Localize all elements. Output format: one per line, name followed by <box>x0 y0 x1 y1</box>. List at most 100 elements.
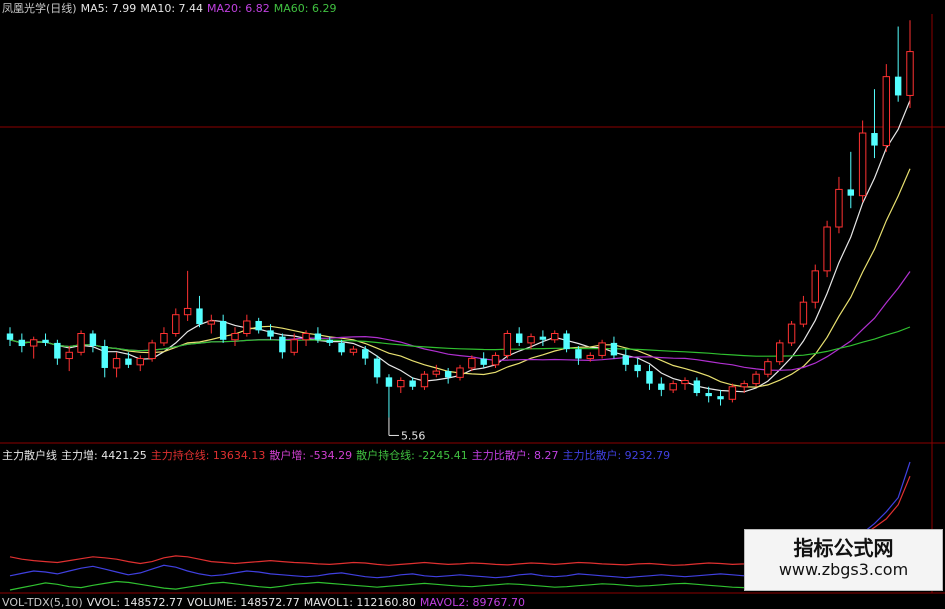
candle <box>764 358 772 378</box>
candle-body <box>409 380 416 387</box>
candle-body <box>314 333 322 340</box>
candle-body <box>125 358 132 365</box>
candle-body <box>515 333 523 343</box>
candle-body <box>42 339 49 343</box>
volume-legend-item: VOLUME: 148572.77 <box>187 596 300 609</box>
candle-body <box>89 333 97 347</box>
indicator-legend-item: 主力散户线 <box>2 449 57 462</box>
candle <box>811 264 819 309</box>
candle <box>77 330 85 356</box>
candle-body <box>681 379 689 385</box>
candle-body <box>385 377 393 387</box>
candle-body <box>776 342 784 363</box>
watermark-url: www.zbgs3.com <box>778 560 909 579</box>
indicator-legend-item: 主力持仓线: 13634.13 <box>150 449 266 462</box>
candle-body <box>207 320 216 325</box>
candle-body <box>894 76 902 96</box>
candle-body <box>622 355 630 365</box>
candle-body <box>349 348 358 353</box>
candle <box>148 339 156 362</box>
candle-body <box>196 308 203 325</box>
price-legend: 凤凰光学(日线) MA5: 7.99 MA10: 7.44 MA20: 6.82 MA6… <box>2 0 340 16</box>
candle-body <box>397 379 405 388</box>
candle-body <box>799 301 808 325</box>
candle-body <box>811 270 819 303</box>
candle-body <box>717 396 724 400</box>
candle-body <box>906 51 914 96</box>
candle-body <box>432 370 441 375</box>
candle-body <box>77 333 85 353</box>
chart-canvas: 5.56 <box>0 0 945 609</box>
candle <box>858 120 867 202</box>
candle-body <box>586 354 594 360</box>
candle-body <box>787 323 796 344</box>
indicator-legend-item: 主力增: 4421.25 <box>61 449 147 462</box>
candle-body <box>101 346 108 368</box>
indicator-legend-item: 散户持仓线: -2245.41 <box>356 449 468 462</box>
indicator-legend-item: 主力比散户: 8.27 <box>471 449 559 462</box>
candle-body <box>231 333 239 341</box>
volume-legend-item: MAVOL1: 112160.80 <box>303 596 416 609</box>
candle-body <box>255 320 262 331</box>
candle-body <box>136 358 144 366</box>
candle-body <box>539 336 547 340</box>
candle-body <box>243 320 251 334</box>
candle-body <box>65 351 73 360</box>
candle-body <box>338 342 345 353</box>
candle-body <box>290 339 298 353</box>
candle <box>823 220 831 278</box>
candle-body <box>740 383 748 388</box>
candle-body <box>646 371 653 384</box>
indicator-legend: 主力散户线 主力增: 4421.25 主力持仓线: 13634.13 散户增: -53… <box>2 447 674 463</box>
candle-body <box>29 339 38 347</box>
price-legend-item: 凤凰光学(日线) <box>2 2 77 15</box>
price-legend-item: MA60: 6.29 <box>273 2 337 15</box>
candle-body <box>847 189 855 196</box>
candle <box>563 330 570 353</box>
volume-legend-item: MAVOL2: 89767.70 <box>419 596 526 609</box>
candle-body <box>302 333 310 341</box>
candle-body <box>480 358 487 365</box>
candle-body <box>728 386 737 400</box>
candle-body <box>491 354 500 366</box>
candle-body <box>468 358 476 369</box>
volume-legend-item: VVOL: 148572.77 <box>86 596 184 609</box>
candle <box>503 330 512 359</box>
candle-body <box>160 333 168 344</box>
candle-body <box>858 132 867 197</box>
candle-body <box>882 76 891 147</box>
candle-body <box>219 320 227 340</box>
candle-body <box>444 371 452 378</box>
candle-body <box>362 349 369 359</box>
candle <box>882 64 891 152</box>
candle-body <box>693 380 701 394</box>
candle-body <box>112 358 121 369</box>
candle-body <box>267 330 274 337</box>
candle-body <box>420 373 429 388</box>
candle-body <box>658 383 665 390</box>
volume-legend-item: VOL-TDX(5,10) <box>2 596 83 609</box>
candle-body <box>527 336 535 344</box>
price-legend-item: MA10: 7.44 <box>140 2 204 15</box>
low-marker-label: 5.56 <box>401 429 426 442</box>
candle-body <box>871 133 878 146</box>
candle <box>787 320 796 347</box>
candle-body <box>54 342 61 359</box>
candle-body <box>752 373 760 385</box>
watermark-title: 指标公式网 <box>793 536 894 560</box>
candle-body <box>456 367 464 378</box>
candle-body <box>669 383 677 391</box>
candle-body <box>148 342 156 360</box>
indicator-legend-item: 散户增: -534.29 <box>269 449 353 462</box>
candle-body <box>18 339 26 347</box>
indicator-legend-item: 主力比散户: 9232.79 <box>562 449 671 462</box>
price-legend-item: MA5: 7.99 <box>80 2 137 15</box>
candle-body <box>823 226 831 272</box>
candle-body <box>326 339 333 343</box>
candle-body <box>610 342 618 356</box>
candle <box>598 339 606 359</box>
candle-body <box>279 336 286 353</box>
candle-body <box>835 188 843 228</box>
candle-body <box>373 358 381 378</box>
candle-body <box>551 333 559 341</box>
